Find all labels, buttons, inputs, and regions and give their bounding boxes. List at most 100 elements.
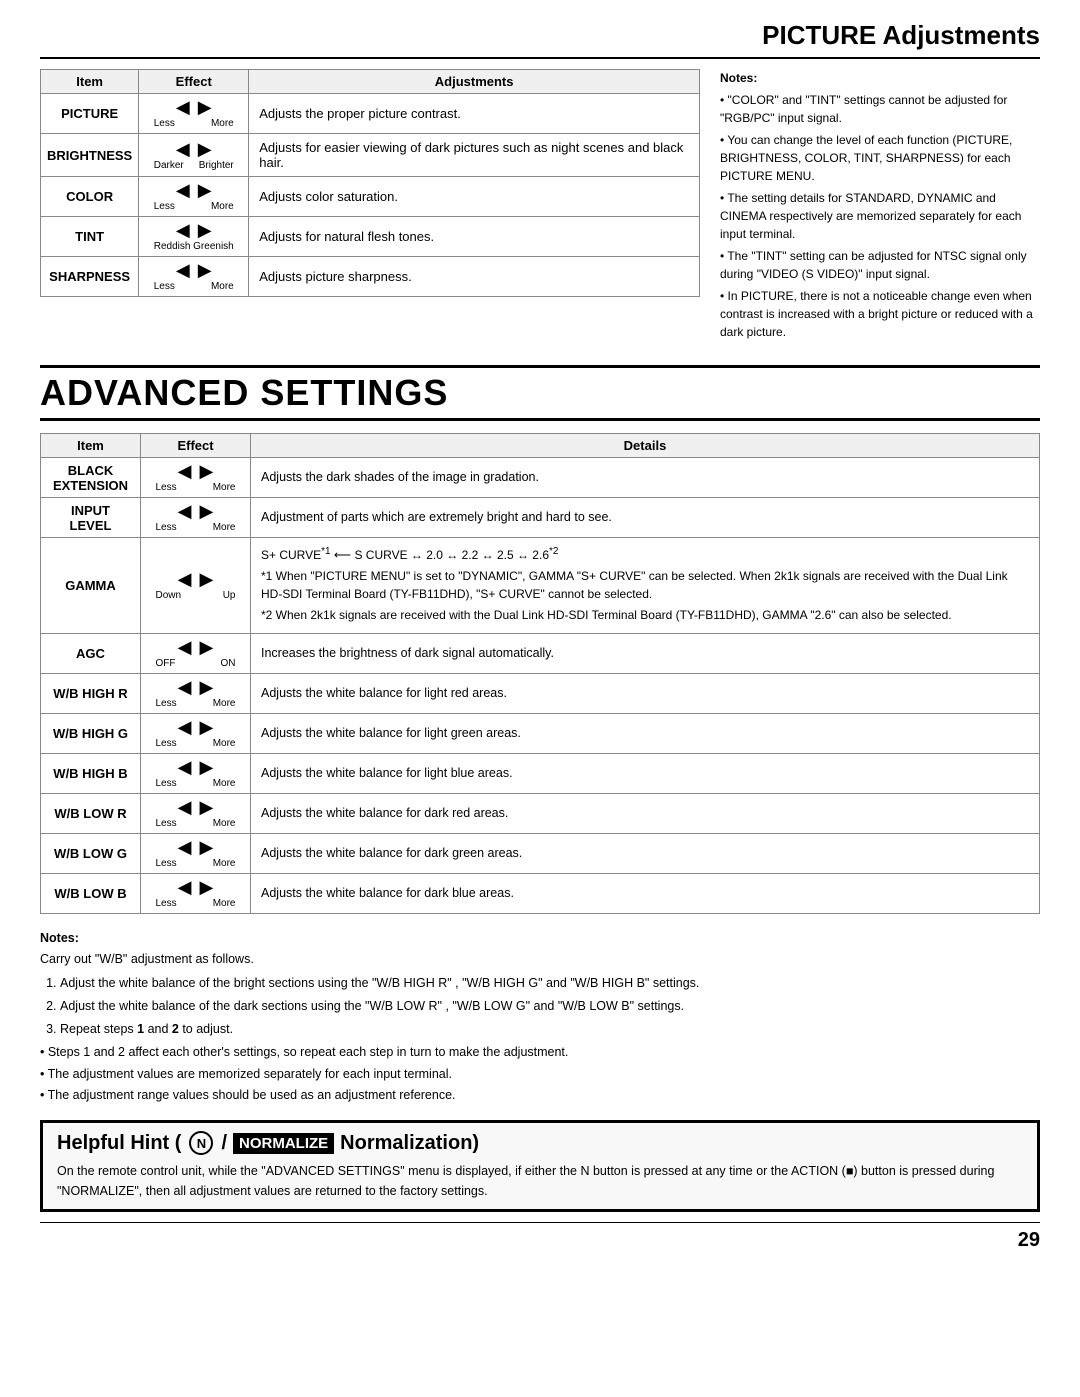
arrow-right-icon: ▶ bbox=[200, 798, 214, 816]
advanced-table-row: BLACKEXTENSION ◀ ▶ Less More Adjusts the… bbox=[41, 458, 1040, 498]
picture-item-cell: COLOR bbox=[41, 177, 139, 217]
arrow-right-label: More bbox=[213, 522, 236, 533]
arrow-left-label: Less bbox=[154, 118, 175, 129]
arrow-right-icon: ▶ bbox=[200, 878, 214, 896]
adv-effect-cell: ◀ ▶ Less More bbox=[141, 674, 251, 714]
arrow-left-label: OFF bbox=[156, 658, 176, 669]
picture-item-cell: PICTURE bbox=[41, 94, 139, 134]
gamma-detail-line: *1 When "PICTURE MENU" is set to "DYNAMI… bbox=[261, 567, 1029, 603]
advanced-table-row: W/B HIGH R ◀ ▶ Less More Adjusts the whi… bbox=[41, 674, 1040, 714]
advanced-step: Repeat steps 1 and 2 to adjust. bbox=[60, 1019, 1040, 1040]
arrow-right-label: More bbox=[213, 818, 236, 829]
picture-description-cell: Adjusts picture sharpness. bbox=[249, 257, 700, 297]
arrow-left-icon: ◀ bbox=[178, 718, 192, 736]
arrow-right-label: More bbox=[211, 201, 234, 212]
arrow-left-icon: ◀ bbox=[176, 181, 190, 199]
adv-details-cell: Adjustment of parts which are extremely … bbox=[251, 498, 1040, 538]
arrow-right-label: More bbox=[211, 281, 234, 292]
advanced-table-row: GAMMA ◀ ▶ Down Up S+ CURVE*1 ⟵ S CURVE ↔… bbox=[41, 538, 1040, 634]
arrow-left-label: Less bbox=[156, 738, 177, 749]
adv-effect-cell: ◀ ▶ Less More bbox=[141, 794, 251, 834]
adv-details-cell: Adjusts the white balance for dark green… bbox=[251, 834, 1040, 874]
arrow-left-icon: ◀ bbox=[178, 758, 192, 776]
advanced-table-row: AGC ◀ ▶ OFF ON Increases the brightness … bbox=[41, 634, 1040, 674]
advanced-extra-note: • Steps 1 and 2 affect each other's sett… bbox=[40, 1042, 1040, 1063]
picture-section: Item Effect Adjustments PICTURE ◀ ▶ Less… bbox=[40, 69, 1040, 345]
arrow-right-label: Brighter bbox=[199, 160, 234, 171]
arrow-left-icon: ◀ bbox=[178, 502, 192, 520]
picture-effect-cell: ◀ ▶ Darker Brighter bbox=[139, 134, 249, 177]
arrow-right-icon: ▶ bbox=[200, 502, 214, 520]
advanced-step: Adjust the white balance of the dark sec… bbox=[60, 996, 1040, 1017]
adv-item-cell: INPUTLEVEL bbox=[41, 498, 141, 538]
adv-details-cell: Adjusts the white balance for dark red a… bbox=[251, 794, 1040, 834]
arrow-left-icon: ◀ bbox=[178, 570, 192, 588]
helpful-hint-box: Helpful Hint ( N / NORMALIZE Normalizati… bbox=[40, 1120, 1040, 1212]
adv-effect-cell: ◀ ▶ Less More bbox=[141, 458, 251, 498]
arrow-left-icon: ◀ bbox=[176, 261, 190, 279]
arrow-right-icon: ▶ bbox=[200, 462, 214, 480]
picture-note-item: • "COLOR" and "TINT" settings cannot be … bbox=[720, 91, 1040, 127]
arrow-left-label: Less bbox=[156, 818, 177, 829]
picture-table-row: SHARPNESS ◀ ▶ Less More Adjusts picture … bbox=[41, 257, 700, 297]
advanced-table-row: W/B LOW R ◀ ▶ Less More Adjusts the whit… bbox=[41, 794, 1040, 834]
arrow-right-label: More bbox=[213, 698, 236, 709]
picture-item-cell: TINT bbox=[41, 217, 139, 257]
gamma-detail-line: S+ CURVE*1 ⟵ S CURVE ↔ 2.0 ↔ 2.2 ↔ 2.5 ↔… bbox=[261, 544, 1029, 564]
advanced-table: Item Effect Details BLACKEXTENSION ◀ ▶ L… bbox=[40, 433, 1040, 914]
arrow-right-label: More bbox=[213, 858, 236, 869]
arrow-right-label: ON bbox=[221, 658, 236, 669]
adv-effect-cell: ◀ ▶ Down Up bbox=[141, 538, 251, 634]
normalize-badge: NORMALIZE bbox=[233, 1133, 334, 1154]
arrow-left-icon: ◀ bbox=[178, 798, 192, 816]
arrow-right-label: More bbox=[213, 738, 236, 749]
arrow-left-label: Less bbox=[156, 522, 177, 533]
arrow-left-label: Less bbox=[156, 778, 177, 789]
arrow-left-icon: ◀ bbox=[178, 878, 192, 896]
n-circle: N bbox=[189, 1131, 213, 1155]
picture-description-cell: Adjusts color saturation. bbox=[249, 177, 700, 217]
adv-effect-cell: ◀ ▶ Less More bbox=[141, 834, 251, 874]
arrow-right-icon: ▶ bbox=[200, 758, 214, 776]
normalization-label: Normalization) bbox=[340, 1132, 479, 1155]
col-item: Item bbox=[41, 70, 139, 94]
adv-col-details: Details bbox=[251, 434, 1040, 458]
adv-item-cell: W/B HIGH G bbox=[41, 714, 141, 754]
adv-item-cell: AGC bbox=[41, 634, 141, 674]
advanced-notes: Notes: Carry out "W/B" adjustment as fol… bbox=[40, 928, 1040, 1106]
advanced-table-row: W/B HIGH G ◀ ▶ Less More Adjusts the whi… bbox=[41, 714, 1040, 754]
picture-note-item: • In PICTURE, there is not a noticeable … bbox=[720, 287, 1040, 341]
arrow-right-label: More bbox=[213, 898, 236, 909]
picture-note-item: • You can change the level of each funct… bbox=[720, 131, 1040, 185]
advanced-table-row: INPUTLEVEL ◀ ▶ Less More Adjustment of p… bbox=[41, 498, 1040, 538]
arrow-left-icon: ◀ bbox=[178, 638, 192, 656]
picture-table-row: PICTURE ◀ ▶ Less More Adjusts the proper… bbox=[41, 94, 700, 134]
arrow-right-icon: ▶ bbox=[198, 98, 212, 116]
adv-item-cell: W/B LOW B bbox=[41, 874, 141, 914]
adv-item-cell: W/B HIGH B bbox=[41, 754, 141, 794]
adv-item-cell: GAMMA bbox=[41, 538, 141, 634]
picture-notes-items: • "COLOR" and "TINT" settings cannot be … bbox=[720, 91, 1040, 341]
adv-details-cell: Adjusts the white balance for light blue… bbox=[251, 754, 1040, 794]
picture-effect-cell: ◀ ▶ Less More bbox=[139, 177, 249, 217]
adv-col-effect: Effect bbox=[141, 434, 251, 458]
page-title: PICTURE Adjustments bbox=[40, 20, 1040, 59]
arrow-left-icon: ◀ bbox=[176, 221, 190, 239]
arrow-right-label: More bbox=[213, 482, 236, 493]
arrow-right-icon: ▶ bbox=[200, 718, 214, 736]
picture-effect-cell: ◀ ▶ Less More bbox=[139, 257, 249, 297]
arrow-right-icon: ▶ bbox=[198, 261, 212, 279]
arrow-right-icon: ▶ bbox=[198, 140, 212, 158]
adv-item-cell: W/B HIGH R bbox=[41, 674, 141, 714]
arrow-left-label: Less bbox=[154, 201, 175, 212]
arrow-right-icon: ▶ bbox=[200, 638, 214, 656]
arrow-left-icon: ◀ bbox=[176, 140, 190, 158]
arrow-right-icon: ▶ bbox=[198, 221, 212, 239]
advanced-step: Adjust the white balance of the bright s… bbox=[60, 973, 1040, 994]
advanced-extra-note: • The adjustment values are memorized se… bbox=[40, 1064, 1040, 1085]
gamma-detail-line: *2 When 2k1k signals are received with t… bbox=[261, 606, 1029, 624]
picture-description-cell: Adjusts for natural flesh tones. bbox=[249, 217, 700, 257]
adv-details-cell: Adjusts the white balance for dark blue … bbox=[251, 874, 1040, 914]
picture-effect-cell: ◀ ▶ Less More bbox=[139, 94, 249, 134]
adv-col-item: Item bbox=[41, 434, 141, 458]
